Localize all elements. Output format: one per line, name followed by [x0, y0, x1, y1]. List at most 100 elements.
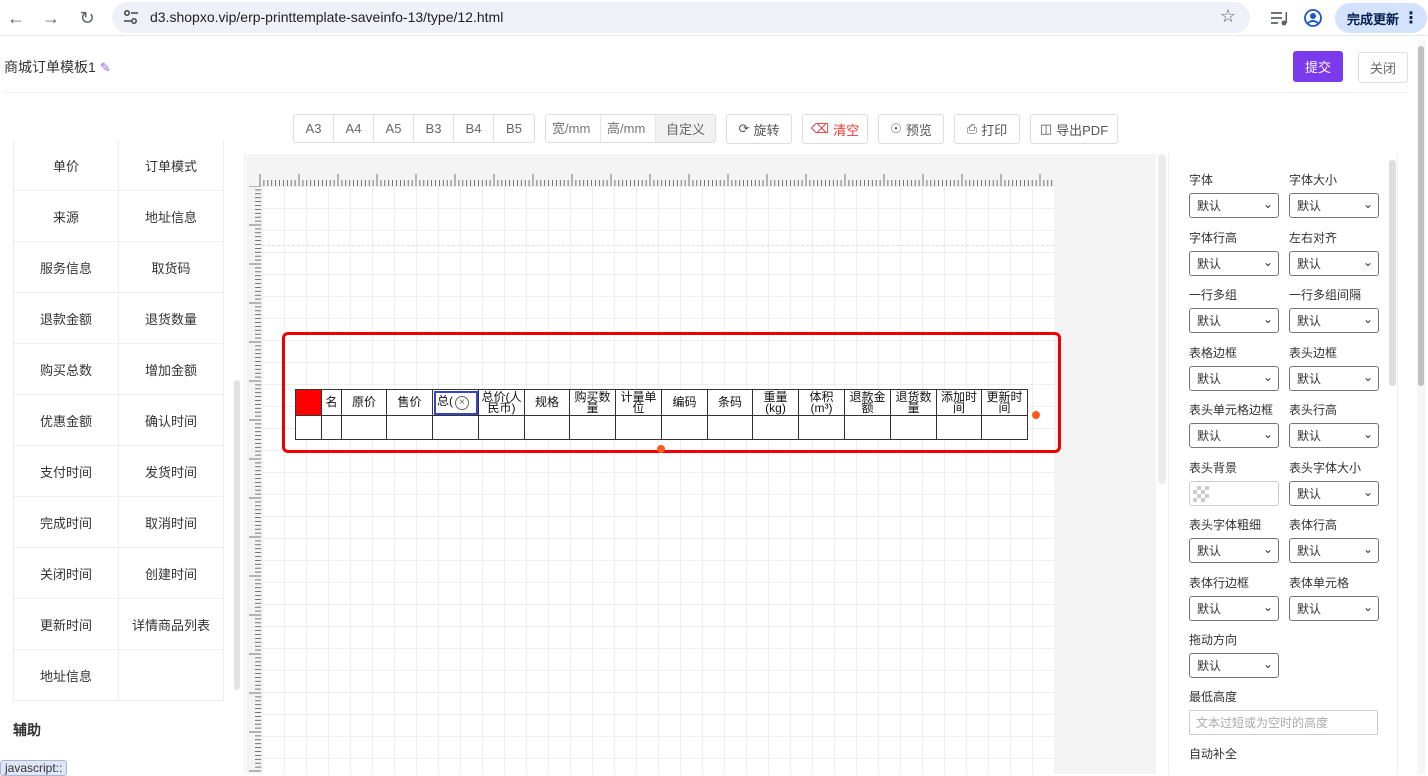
close-button[interactable]: 关闭: [1358, 52, 1408, 83]
table-header-cell[interactable]: 编码: [661, 389, 708, 416]
field-item[interactable]: 增加金额: [119, 344, 224, 395]
property-select[interactable]: 默认 ⌄: [1289, 250, 1379, 276]
property-select[interactable]: 默认 ⌄: [1189, 308, 1279, 333]
table-header-cell-editing[interactable]: 总(×: [432, 389, 479, 416]
field-item[interactable]: 取消时间: [119, 497, 224, 548]
property-select[interactable]: 默认 ⌄: [1289, 365, 1379, 391]
clear-button[interactable]: ⌫ 清空: [802, 114, 868, 144]
page-scrollbar[interactable]: [1417, 40, 1425, 774]
field-item[interactable]: 来源: [14, 191, 119, 242]
property-select[interactable]: 默认 ⌄: [1289, 423, 1379, 448]
property-select[interactable]: 默认 ⌄: [1189, 365, 1279, 391]
property-select[interactable]: 默认 ⌄: [1189, 193, 1279, 218]
canvas-scrollbar[interactable]: [1158, 154, 1166, 484]
property-select[interactable]: 默认 ⌄: [1189, 653, 1279, 678]
property-select[interactable]: 默认 ⌄: [1189, 595, 1279, 621]
table-body-cell[interactable]: [844, 415, 891, 440]
field-item[interactable]: 地址信息: [119, 191, 224, 242]
table-header-cell[interactable]: 计量单位: [615, 389, 662, 416]
field-item[interactable]: 详情商品列表: [119, 599, 224, 650]
menu-dots-icon[interactable]: ⋮: [1403, 8, 1419, 28]
table-header-cell[interactable]: 总价(人民币): [478, 389, 525, 416]
size-b5-button[interactable]: B5: [494, 115, 534, 142]
table-body-cell[interactable]: [798, 415, 845, 440]
field-item[interactable]: 地址信息: [14, 650, 119, 701]
field-item[interactable]: 退货数量: [119, 293, 224, 344]
table-body-cell[interactable]: [386, 415, 433, 440]
property-select[interactable]: 默认 ⌄: [1289, 480, 1379, 506]
table-header-cell[interactable]: 规格: [524, 389, 570, 416]
table-body-cell[interactable]: [478, 415, 525, 440]
size-b3-button[interactable]: B3: [414, 115, 454, 142]
table-header-cell[interactable]: 退款金额: [844, 389, 891, 416]
table-body-cell[interactable]: [890, 415, 937, 440]
width-input[interactable]: [546, 115, 601, 142]
field-item[interactable]: 购买总数: [14, 344, 119, 395]
forward-icon[interactable]: →: [40, 7, 62, 29]
export-pdf-button[interactable]: ◫ 导出PDF: [1030, 114, 1118, 144]
property-panel-scrollbar[interactable]: [1389, 160, 1396, 386]
goods-table[interactable]: 名原价 售价 总(× 总价(人民币) 规格 购买数量 计量单位 编码 条码 重量(kg) 体积(m³…: [295, 389, 1028, 440]
profile-icon[interactable]: [1302, 7, 1324, 29]
field-item[interactable]: 更新时间: [14, 599, 119, 650]
property-select[interactable]: 默认 ⌄: [1189, 250, 1279, 276]
property-select[interactable]: 默认 ⌄: [1289, 538, 1379, 563]
property-select[interactable]: 默认 ⌄: [1289, 193, 1379, 218]
property-select[interactable]: 默认 ⌄: [1189, 538, 1279, 563]
print-button[interactable]: ⎙ 打印: [954, 114, 1020, 144]
resize-handle-right[interactable]: [1032, 411, 1040, 419]
table-header-cell[interactable]: 添加时间: [936, 389, 982, 416]
rotate-button[interactable]: ⟳ 旋转: [726, 114, 792, 144]
header-bg-color-picker[interactable]: [1189, 480, 1279, 506]
print-paper[interactable]: [262, 186, 1054, 774]
table-header-cell[interactable]: 更新时间: [981, 389, 1028, 416]
custom-size-button[interactable]: 自定义: [656, 115, 715, 142]
table-selected-cell[interactable]: [295, 389, 322, 416]
table-header-cell[interactable]: 退货数量: [890, 389, 937, 416]
height-input[interactable]: [601, 115, 656, 142]
table-body-cell[interactable]: [295, 415, 322, 440]
field-item[interactable]: 退款金额: [14, 293, 119, 344]
field-item[interactable]: 支付时间: [14, 446, 119, 497]
field-item[interactable]: 服务信息: [14, 242, 119, 293]
min-height-input[interactable]: 文本过短或为空时的高度: [1189, 710, 1378, 735]
resize-handle-bottom[interactable]: [657, 445, 665, 453]
site-settings-icon[interactable]: [122, 8, 140, 26]
preview-button[interactable]: ☉ 预览: [878, 114, 944, 144]
table-body-cell[interactable]: [615, 415, 662, 440]
size-a5-button[interactable]: A5: [374, 115, 414, 142]
table-body-cell[interactable]: [321, 415, 342, 440]
field-item[interactable]: 完成时间: [14, 497, 119, 548]
clear-cell-icon[interactable]: ×: [455, 395, 469, 410]
url-text[interactable]: d3.shopxo.vip/erp-printtemplate-saveinfo…: [150, 9, 503, 25]
submit-button[interactable]: 提交: [1293, 51, 1343, 82]
table-body-cell[interactable]: [524, 415, 570, 440]
table-header-cell[interactable]: 名: [321, 389, 342, 416]
field-item[interactable]: 发货时间: [119, 446, 224, 497]
table-body-cell[interactable]: [341, 415, 387, 440]
size-b4-button[interactable]: B4: [454, 115, 494, 142]
field-item[interactable]: 取货码: [119, 242, 224, 293]
media-icon[interactable]: [1268, 7, 1290, 29]
field-item[interactable]: 优惠金额: [14, 395, 119, 446]
table-header-cell[interactable]: 条码: [707, 389, 753, 416]
property-select[interactable]: 默认 ⌄: [1289, 595, 1379, 621]
table-body-cell[interactable]: [752, 415, 799, 440]
table-header-cell[interactable]: 重量(kg): [752, 389, 799, 416]
table-body-cell[interactable]: [981, 415, 1028, 440]
reload-icon[interactable]: ↻: [76, 7, 98, 29]
property-select[interactable]: 默认 ⌄: [1289, 308, 1379, 333]
field-item[interactable]: 订单模式: [119, 140, 224, 191]
edit-pencil-icon[interactable]: ✎: [100, 60, 111, 75]
table-body-cell[interactable]: [569, 415, 616, 440]
property-select[interactable]: 默认 ⌄: [1189, 423, 1279, 448]
field-item[interactable]: 单价: [14, 140, 119, 191]
table-body-cell[interactable]: [661, 415, 708, 440]
size-a3-button[interactable]: A3: [294, 115, 334, 142]
bookmark-star-icon[interactable]: ☆: [1220, 6, 1236, 27]
table-header-cell[interactable]: 原价: [341, 389, 387, 416]
back-icon[interactable]: ←: [5, 7, 27, 29]
field-item[interactable]: 确认时间: [119, 395, 224, 446]
table-header-cell[interactable]: 购买数量: [569, 389, 616, 416]
table-header-cell[interactable]: 体积(m³): [798, 389, 845, 416]
